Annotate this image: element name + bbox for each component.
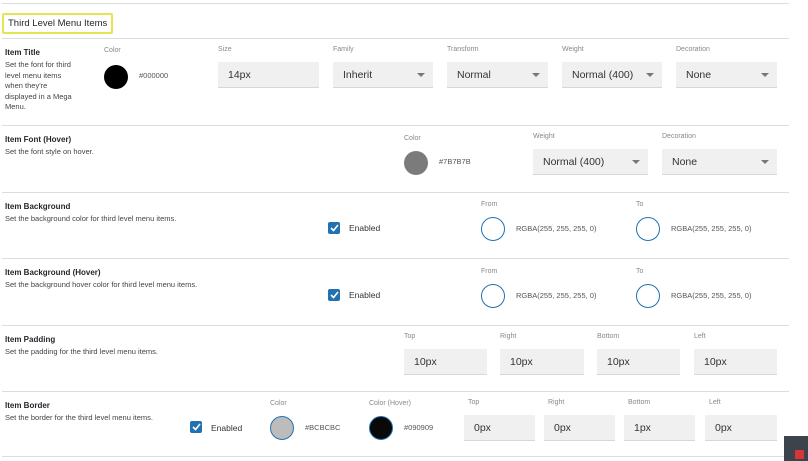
- checkmark-icon: [329, 291, 339, 299]
- item-title-color-swatch[interactable]: [104, 65, 128, 89]
- item-border-heading: Item Border: [5, 401, 50, 410]
- color-label: Color: [404, 135, 421, 142]
- bottom-label: Bottom: [597, 333, 620, 340]
- color-label: Color: [270, 400, 287, 407]
- item-background-hover-from-swatch[interactable]: [481, 284, 505, 308]
- item-title-decoration-select[interactable]: None: [676, 62, 777, 88]
- left-label: Left: [709, 399, 721, 406]
- size-label: Size: [218, 46, 232, 53]
- divider: [2, 391, 789, 392]
- item-background-from-swatch[interactable]: [481, 217, 505, 241]
- item-font-hover-decoration-select[interactable]: None: [662, 149, 777, 175]
- item-font-hover-color-swatch[interactable]: [404, 151, 428, 175]
- divider: [2, 258, 789, 259]
- divider: [2, 38, 789, 39]
- checkmark-icon: [191, 423, 201, 431]
- item-border-color-hover-hex: #090909: [404, 423, 434, 432]
- item-padding-left-input[interactable]: 10px: [694, 349, 777, 375]
- decoration-label: Decoration: [676, 46, 710, 53]
- section-title: Third Level Menu Items: [2, 13, 114, 34]
- item-title-size-input[interactable]: 14px: [218, 62, 319, 88]
- chevron-down-icon: [761, 73, 769, 77]
- item-padding-description: Set the padding for the third level menu…: [5, 347, 159, 356]
- family-label: Family: [333, 46, 354, 53]
- red-square-icon: [795, 450, 804, 459]
- item-background-heading: Item Background: [5, 202, 71, 211]
- chevron-down-icon: [761, 160, 769, 164]
- item-font-hover-heading: Item Font (Hover): [5, 135, 72, 144]
- chevron-down-icon: [417, 73, 425, 77]
- item-background-hover-description: Set the background hover color for third…: [5, 280, 198, 289]
- right-label: Right: [500, 333, 517, 340]
- item-border-description: Set the border for the third level menu …: [5, 413, 153, 422]
- divider: [2, 456, 789, 457]
- item-border-color-hover-swatch[interactable]: [369, 416, 393, 440]
- from-label: From: [481, 268, 498, 275]
- top-label: Top: [404, 333, 416, 340]
- item-background-hover-heading: Item Background (Hover): [5, 268, 101, 277]
- divider: [2, 3, 789, 4]
- item-border-color-hex: #BCBCBC: [305, 423, 341, 432]
- weight-label: Weight: [562, 46, 584, 53]
- item-background-hover-to-swatch[interactable]: [636, 284, 660, 308]
- item-border-left-input[interactable]: 0px: [705, 415, 777, 441]
- item-title-color-hex: #000000: [139, 71, 169, 80]
- from-label: From: [481, 201, 498, 208]
- enabled-label: Enabled: [349, 223, 381, 233]
- chevron-down-icon: [646, 73, 654, 77]
- item-padding-heading: Item Padding: [5, 335, 56, 344]
- enabled-label: Enabled: [211, 423, 243, 433]
- item-padding-top-input[interactable]: 10px: [404, 349, 487, 375]
- item-title-heading: Item Title: [5, 48, 40, 57]
- item-padding-right-input[interactable]: 10px: [500, 349, 584, 375]
- chevron-down-icon: [532, 73, 540, 77]
- item-title-weight-select[interactable]: Normal (400): [562, 62, 662, 88]
- item-background-to-swatch[interactable]: [636, 217, 660, 241]
- bottom-label: Bottom: [628, 399, 651, 406]
- item-font-hover-color-hex: #7B7B7B: [439, 157, 471, 166]
- divider: [2, 192, 789, 193]
- item-background-hover-to-value: RGBA(255, 255, 255, 0): [671, 291, 752, 300]
- item-padding-bottom-input[interactable]: 10px: [597, 349, 680, 375]
- left-label: Left: [694, 333, 706, 340]
- checkmark-icon: [329, 224, 339, 232]
- item-border-enabled-checkbox[interactable]: [190, 421, 202, 433]
- item-font-hover-weight-select[interactable]: Normal (400): [533, 149, 648, 175]
- color-label: Color: [104, 47, 121, 54]
- item-title-family-select[interactable]: Inherit: [333, 62, 433, 88]
- decoration-label: Decoration: [662, 133, 696, 140]
- item-border-bottom-input[interactable]: 1px: [624, 415, 695, 441]
- right-label: Right: [548, 399, 565, 406]
- color-hover-label: Color (Hover): [369, 400, 412, 407]
- to-label: To: [636, 201, 644, 208]
- item-background-from-value: RGBA(255, 255, 255, 0): [516, 224, 597, 233]
- corner-widget[interactable]: [784, 436, 808, 461]
- enabled-label: Enabled: [349, 290, 381, 300]
- item-background-hover-enabled-checkbox[interactable]: [328, 289, 340, 301]
- item-title-description: Set the font for third level menu items …: [5, 60, 72, 111]
- divider: [2, 325, 789, 326]
- item-border-right-input[interactable]: 0px: [544, 415, 615, 441]
- weight-label: Weight: [533, 133, 555, 140]
- item-title-transform-select[interactable]: Normal: [447, 62, 548, 88]
- item-background-to-value: RGBA(255, 255, 255, 0): [671, 224, 752, 233]
- item-background-description: Set the background color for third level…: [5, 214, 177, 223]
- item-background-enabled-checkbox[interactable]: [328, 222, 340, 234]
- transform-label: Transform: [447, 46, 479, 53]
- item-border-top-input[interactable]: 0px: [464, 415, 535, 441]
- divider: [2, 125, 789, 126]
- item-background-hover-from-value: RGBA(255, 255, 255, 0): [516, 291, 597, 300]
- to-label: To: [636, 268, 644, 275]
- item-border-color-swatch[interactable]: [270, 416, 294, 440]
- item-font-hover-description: Set the font style on hover.: [5, 147, 94, 156]
- chevron-down-icon: [632, 160, 640, 164]
- top-label: Top: [468, 399, 480, 406]
